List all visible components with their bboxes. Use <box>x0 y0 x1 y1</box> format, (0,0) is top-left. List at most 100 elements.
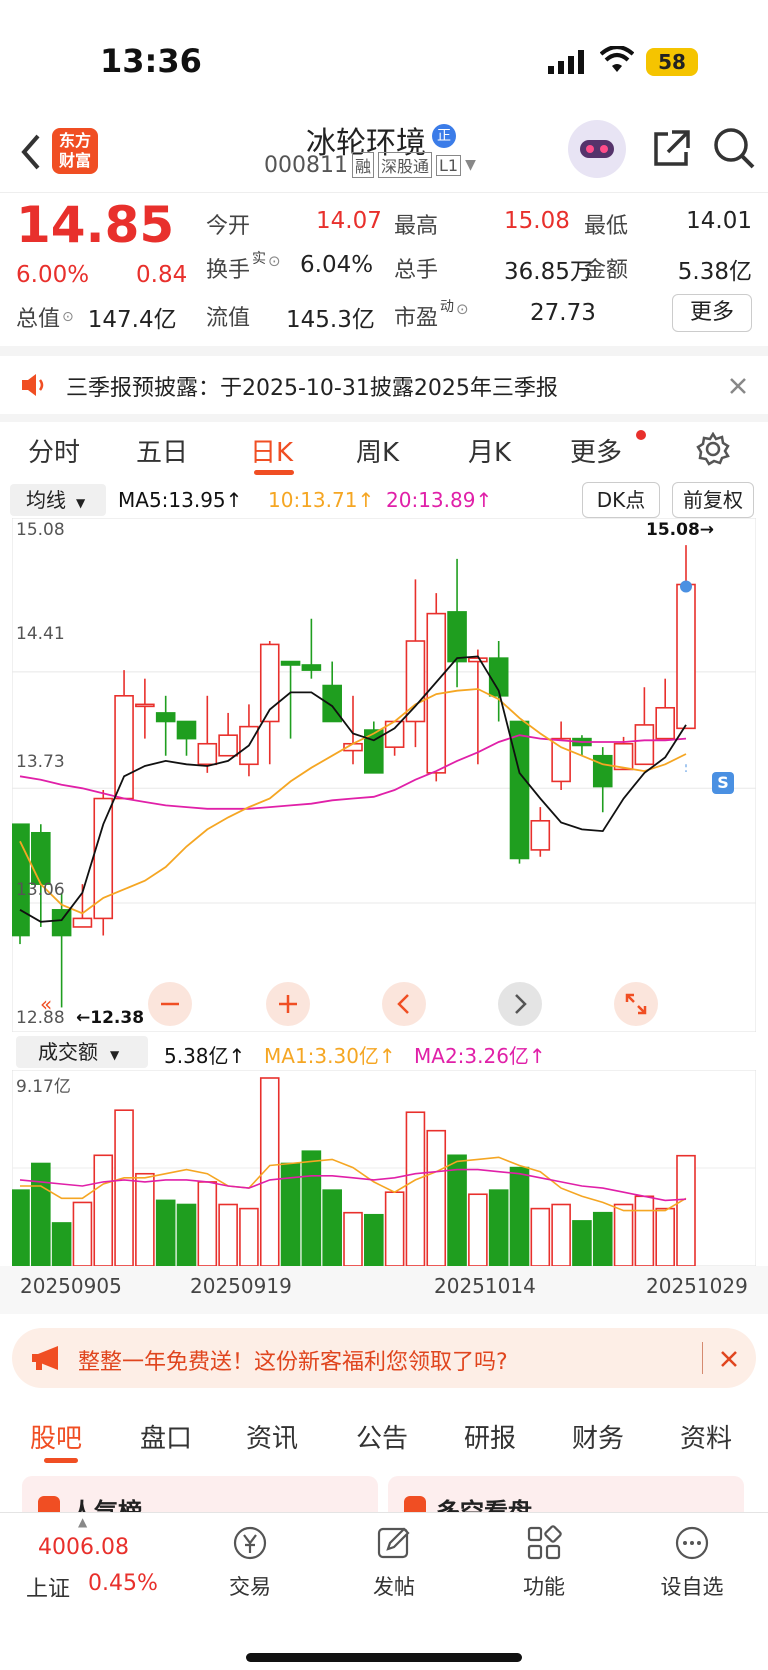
ma-selector[interactable]: 均线 ▼ <box>10 484 106 516</box>
tab-weekly-k[interactable]: 周K <box>356 432 399 469</box>
low-marker: ←12.38 <box>76 1008 145 1028</box>
popularity-card[interactable]: 人气榜 <box>22 1476 378 1526</box>
tab-forum[interactable]: 股吧 <box>30 1418 82 1455</box>
more-quote-button[interactable]: 更多 <box>672 294 752 332</box>
active-tab-indicator <box>254 470 294 475</box>
candle-body <box>31 831 51 885</box>
search-icon[interactable] <box>712 126 756 170</box>
candle-body <box>51 909 72 937</box>
app-logo[interactable]: 东方 财富 <box>52 128 98 174</box>
tag-connect: 深股通 <box>378 152 433 178</box>
change-amount: 0.84 <box>136 262 188 288</box>
volume-bar <box>197 1181 218 1266</box>
info-icon[interactable]: ⊙ <box>456 300 469 318</box>
ma5-value: MA5:13.95↑ <box>118 488 243 512</box>
home-indicator <box>246 1653 522 1662</box>
notice-bar[interactable]: 三季报预披露：于2025-10-31披露2025年三季报 <box>0 356 768 414</box>
quote-label: 最低 <box>584 214 629 239</box>
add-watchlist-button[interactable]: 设自选 <box>654 1523 730 1601</box>
candle-body <box>114 695 134 800</box>
tab-research[interactable]: 研报 <box>464 1418 516 1455</box>
battery-indicator: 58 <box>646 48 698 76</box>
kline-chart[interactable] <box>12 518 756 1032</box>
chevron-double-left-icon[interactable]: « <box>40 992 52 1016</box>
info-icon[interactable]: ⊙ <box>62 309 74 325</box>
expand-icon <box>625 993 647 1015</box>
index-value[interactable]: 4006.08 <box>38 1535 129 1560</box>
fullscreen-button[interactable] <box>614 982 658 1026</box>
long-short-card[interactable]: 多空看盘 <box>388 1476 744 1526</box>
trade-button[interactable]: 交易 <box>220 1523 280 1601</box>
candle-body <box>447 611 467 663</box>
volume-bar <box>551 1203 571 1266</box>
volume-bar <box>239 1207 259 1266</box>
info-icon[interactable]: ⊙ <box>268 252 281 270</box>
chevron-left-icon <box>397 994 409 1014</box>
volume-bar <box>572 1220 592 1266</box>
total-value-label: 总值 <box>16 307 61 332</box>
candle-body <box>135 703 155 708</box>
scroll-right-button[interactable] <box>498 982 542 1026</box>
candle-body <box>155 712 176 723</box>
assistant-avatar[interactable] <box>568 120 626 178</box>
ma10-value: 10:13.71↑ <box>268 488 375 512</box>
zoom-out-button[interactable] <box>148 982 192 1026</box>
candle-body <box>93 797 114 920</box>
ma20-value: 20:13.89↑ <box>386 488 493 512</box>
date-label-4: 20251029 <box>646 1274 748 1298</box>
volume-bar <box>613 1203 634 1266</box>
close-icon[interactable] <box>728 376 748 396</box>
quote-label: 最高 <box>394 214 439 239</box>
y-label-2: 14.41 <box>16 624 65 644</box>
sell-signal[interactable]: S <box>712 772 734 794</box>
tab-news[interactable]: 资讯 <box>246 1418 298 1455</box>
chevron-down-icon[interactable]: ▼ <box>465 157 476 173</box>
volume-bar <box>218 1203 238 1266</box>
quote-label: 金额 <box>584 258 629 283</box>
quote-label-superscript: 动 <box>440 299 454 315</box>
tab-five-day[interactable]: 五日 <box>136 432 188 469</box>
gear-icon[interactable] <box>696 432 730 466</box>
post-button[interactable]: 发帖 <box>364 1523 424 1601</box>
candle-body <box>676 583 696 730</box>
close-icon[interactable] <box>720 1350 738 1368</box>
more-dots-icon <box>675 1526 709 1560</box>
volume-bar <box>72 1201 93 1266</box>
volume-bar <box>364 1213 384 1266</box>
tab-profile[interactable]: 资料 <box>680 1418 732 1455</box>
volume-selector[interactable]: 成交额 ▼ <box>16 1036 148 1068</box>
candle-body <box>218 734 238 757</box>
volume-bar <box>447 1154 467 1266</box>
scroll-left-button[interactable] <box>382 982 426 1026</box>
dk-point-button[interactable]: DK点 <box>582 482 660 518</box>
tab-more[interactable]: 更多 <box>570 432 622 469</box>
candle-body <box>592 754 613 788</box>
share-icon[interactable] <box>650 128 692 170</box>
candle-body <box>322 684 342 723</box>
volume-bar <box>135 1172 155 1266</box>
tab-daily-k[interactable]: 日K <box>250 432 293 469</box>
volume-bar <box>12 1189 30 1266</box>
red-dot-badge <box>636 430 646 440</box>
volume-bar <box>405 1111 426 1266</box>
tab-financials[interactable]: 财务 <box>572 1418 624 1455</box>
tab-monthly-k[interactable]: 月K <box>468 432 511 469</box>
functions-button[interactable]: 功能 <box>514 1523 574 1601</box>
volume-bar <box>384 1191 405 1266</box>
volume-chart[interactable] <box>12 1070 756 1266</box>
volume-bar <box>634 1195 655 1266</box>
candle-body <box>613 742 634 771</box>
tab-intraday[interactable]: 分时 <box>28 432 80 469</box>
adjust-price-button[interactable]: 前复权 <box>672 482 754 518</box>
volume-bar <box>655 1207 675 1266</box>
back-icon[interactable] <box>18 132 42 172</box>
volume-bar <box>488 1189 509 1266</box>
volume-ma2: MA2:3.26亿↑ <box>414 1044 546 1068</box>
quote-value: 5.38亿 <box>677 259 752 285</box>
tab-order-book[interactable]: 盘口 <box>140 1418 192 1455</box>
zoom-in-button[interactable] <box>266 982 310 1026</box>
promo-banner[interactable]: 整整一年免费送！这份新客福利您领取了吗? <box>12 1328 756 1388</box>
quote-label: 流值 <box>206 306 251 331</box>
tab-announcements[interactable]: 公告 <box>356 1418 408 1455</box>
post-label: 发帖 <box>373 1575 415 1599</box>
